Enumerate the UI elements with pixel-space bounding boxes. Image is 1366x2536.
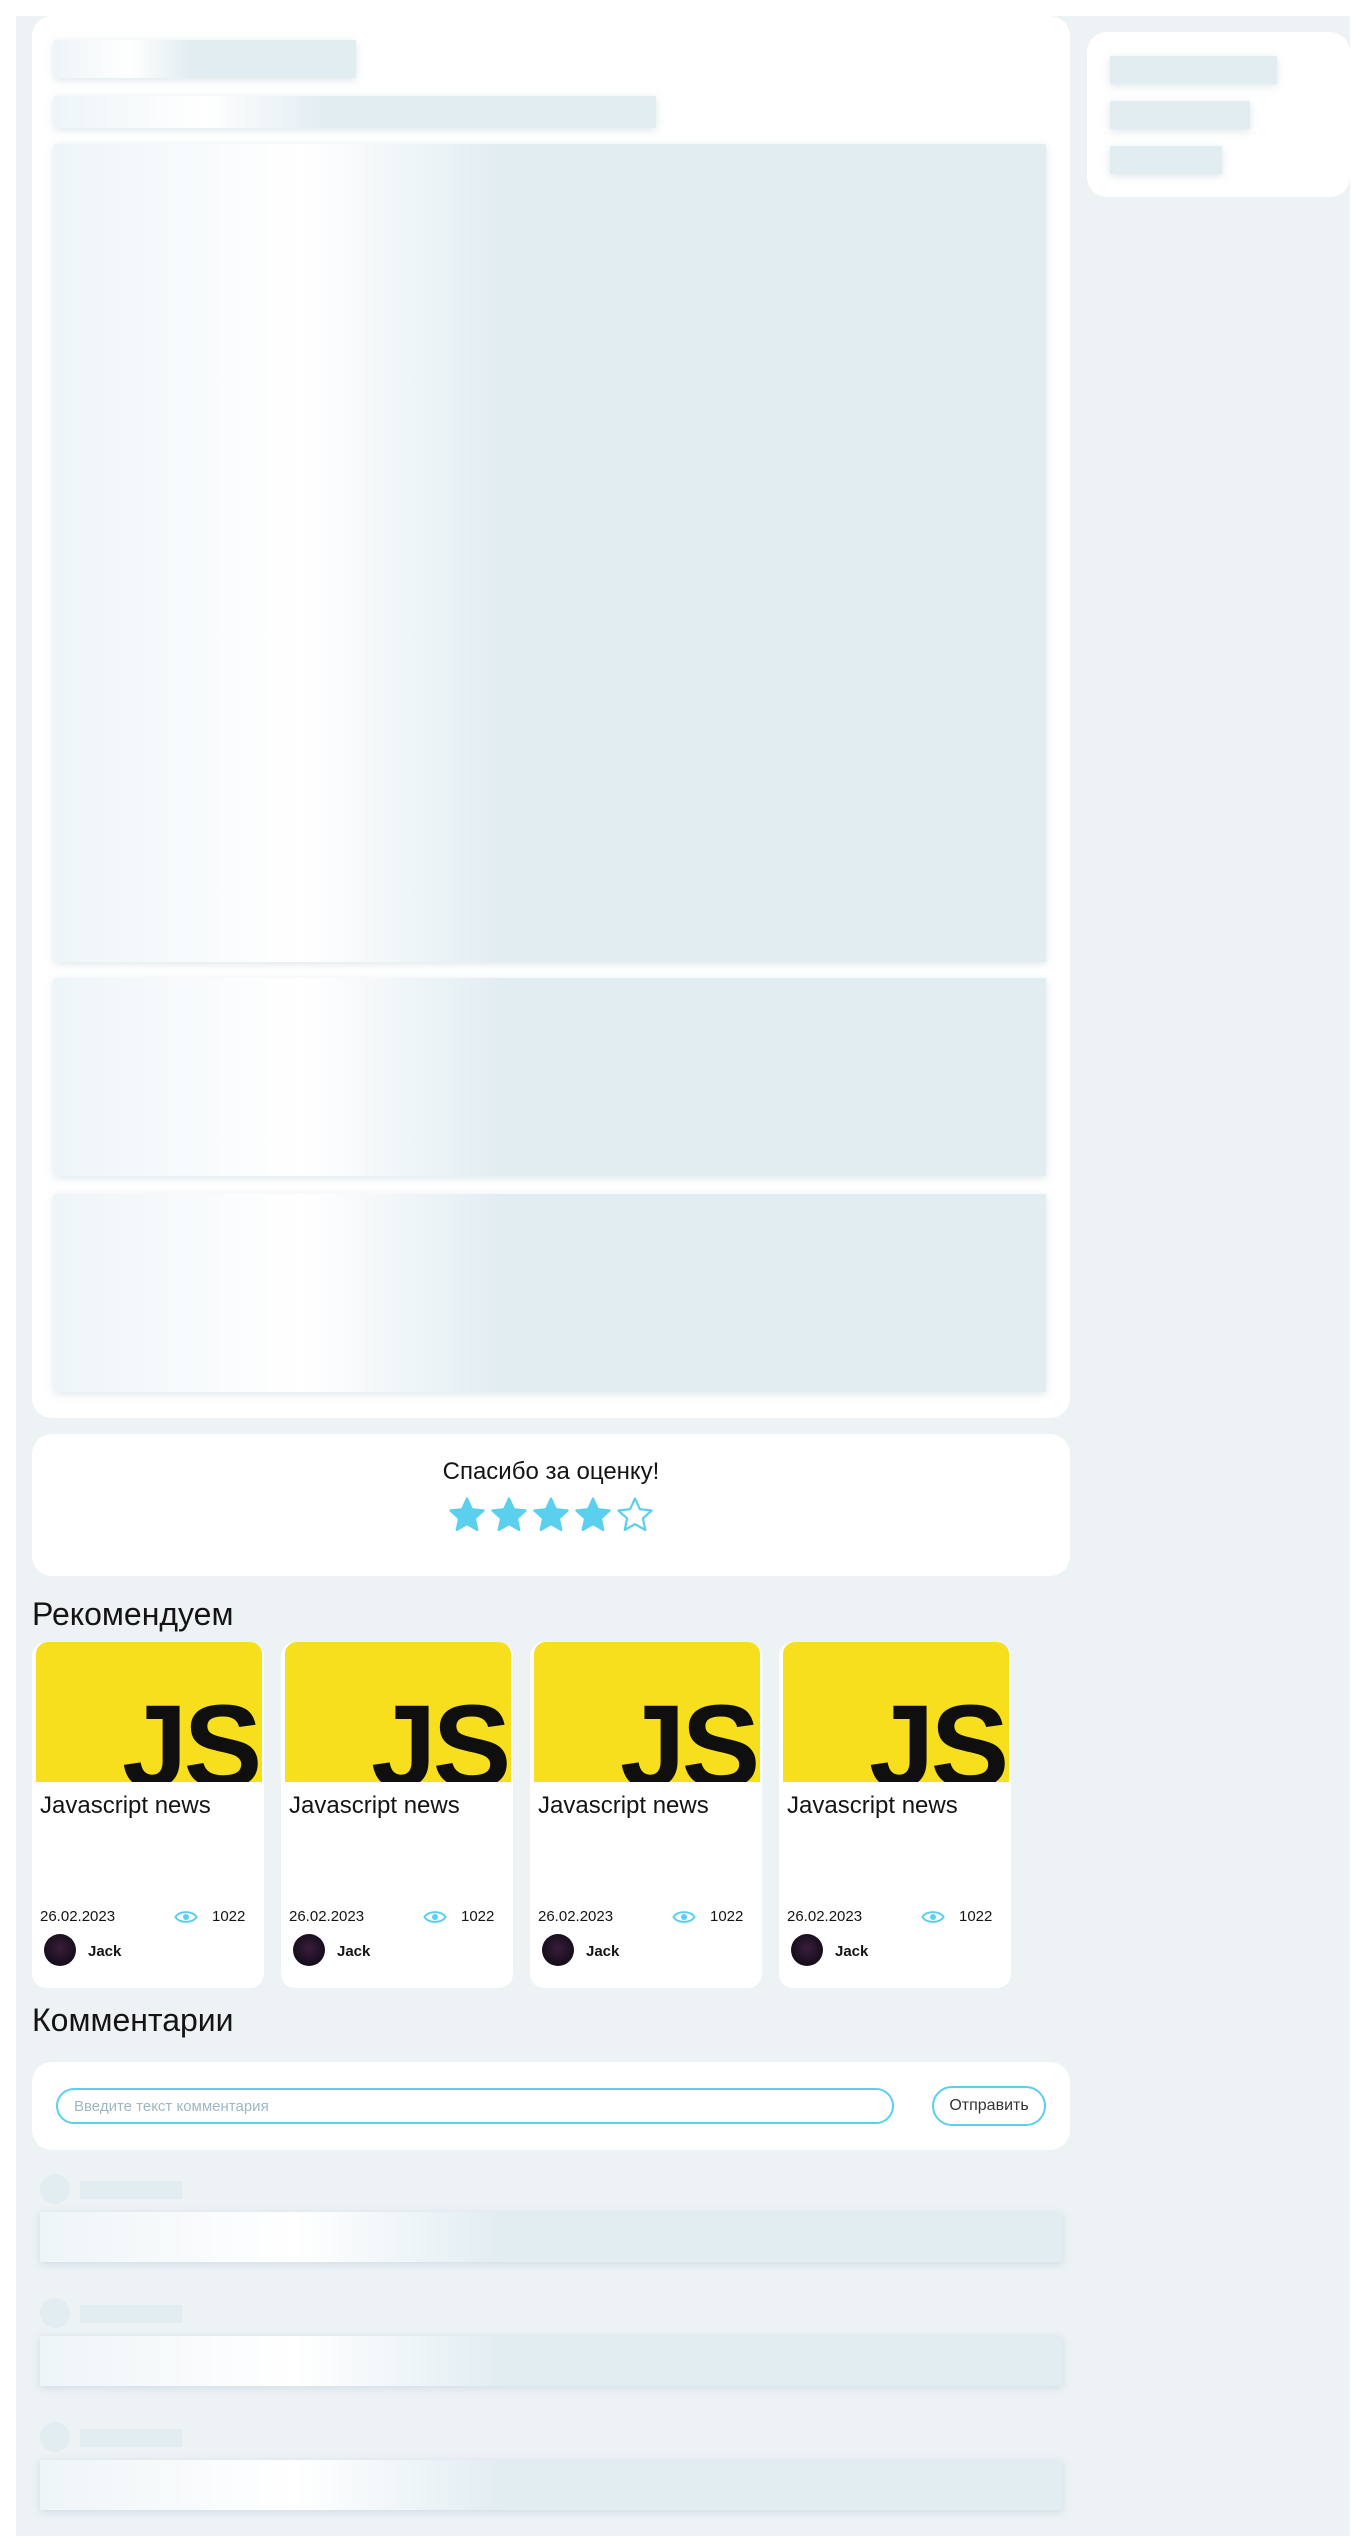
recommendation-date: 26.02.2023 [538,1908,614,1925]
eye-icon [423,1911,447,1923]
recommendation-author[interactable]: Jack [586,1943,619,1960]
star-icon-filled[interactable] [448,1496,486,1534]
recommendations-title: Рекомендуем [32,1596,234,1632]
recommendation-title: Javascript news [289,1792,460,1819]
recommendation-card[interactable]: JS Javascript news 26.02.2023 1022 Jack [32,1642,264,1988]
comment-text-skeleton [40,2460,1062,2510]
recommendation-author[interactable]: Jack [337,1943,370,1960]
js-logo-text: JS [122,1681,262,1782]
js-logo-image: JS [285,1642,511,1782]
comment-author-skeleton [80,2305,182,2323]
avatar [791,1934,823,1966]
recommendation-author[interactable]: Jack [88,1943,121,1960]
star-icon-filled[interactable] [532,1496,570,1534]
article-block-skeleton [54,978,1046,1176]
recommendation-date: 26.02.2023 [289,1908,365,1925]
eye-icon [672,1911,696,1923]
avatar [44,1934,76,1966]
recommendation-title: Javascript news [787,1792,958,1819]
recommendation-card[interactable]: JS Javascript news 26.02.2023 1022 Jack [779,1642,1011,1988]
send-button[interactable]: Отправить [932,2086,1046,2126]
js-logo-text: JS [371,1681,511,1782]
eye-icon [921,1911,945,1923]
avatar [293,1934,325,1966]
sidebar-item-skeleton [1110,101,1250,129]
article-title-skeleton [54,40,356,78]
avatar [542,1934,574,1966]
comment-form: Отправить [32,2062,1070,2150]
recommendation-views: 1022 [959,1908,993,1925]
star-icon-filled[interactable] [490,1496,528,1534]
star-icon-empty[interactable] [616,1496,654,1534]
recommendation-views: 1022 [461,1908,495,1925]
recommendation-views: 1022 [710,1908,744,1925]
comment-avatar-skeleton [40,2422,70,2452]
eye-icon [174,1911,198,1923]
sidebar-item-skeleton [1110,56,1277,84]
comment-author-skeleton [80,2181,182,2199]
recommendation-card[interactable]: JS Javascript news 26.02.2023 1022 Jack [281,1642,513,1988]
sidebar-card [1087,32,1350,197]
sidebar-item-skeleton [1110,146,1222,174]
recommendation-views: 1022 [212,1908,246,1925]
js-logo-image: JS [36,1642,262,1782]
comments-title: Комментарии [32,2002,234,2038]
js-logo-image: JS [783,1642,1009,1782]
comment-input[interactable] [56,2088,894,2124]
comment-avatar-skeleton [40,2298,70,2328]
recommendation-card[interactable]: JS Javascript news 26.02.2023 1022 Jack [530,1642,762,1988]
recommendation-date: 26.02.2023 [40,1908,116,1925]
comment-author-skeleton [80,2429,182,2447]
js-logo-text: JS [869,1681,1009,1782]
rating-card: Спасибо за оценку! [32,1434,1070,1576]
comment-text-skeleton [40,2336,1062,2386]
article-subtitle-skeleton [54,96,656,128]
article-image-skeleton [54,144,1046,962]
recommendation-date: 26.02.2023 [787,1908,863,1925]
article-card [32,16,1070,1418]
comment-avatar-skeleton [40,2174,70,2204]
rating-stars [32,1496,1070,1534]
rating-title: Спасибо за оценку! [442,1458,660,1485]
page: Спасибо за оценку! Рекомендуем JS Javasc… [16,16,1350,2536]
recommendation-title: Javascript news [538,1792,709,1819]
js-logo-image: JS [534,1642,760,1782]
article-block-skeleton [54,1194,1046,1392]
recommendation-title: Javascript news [40,1792,211,1819]
star-icon-filled[interactable] [574,1496,612,1534]
comment-text-skeleton [40,2212,1062,2262]
recommendation-author[interactable]: Jack [835,1943,868,1960]
js-logo-text: JS [620,1681,760,1782]
